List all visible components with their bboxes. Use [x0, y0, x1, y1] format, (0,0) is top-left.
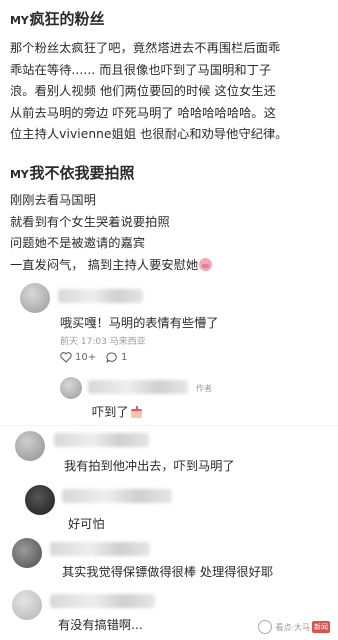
like-button[interactable]: 10+ — [60, 352, 96, 363]
post-body-1: 那个粉丝太疯狂了吧，竟然塔进去不再围栏后面乖 乖站在等待...... 而且很像也… — [10, 38, 332, 146]
reply-button[interactable]: 1 — [106, 352, 127, 363]
pig-face-emoji — [199, 257, 213, 271]
comment-text: 哦买嘎！马明的表情有些懵了 — [60, 316, 219, 330]
username-blurred — [50, 542, 150, 556]
username-blurred — [58, 289, 143, 303]
post-name: 我不依我要拍照 — [29, 164, 135, 182]
post-prefix: MY — [10, 14, 29, 27]
post-name: 疯狂的粉丝 — [29, 10, 105, 28]
comment-text-content: 吓到了 — [92, 405, 129, 419]
comment-meta: 前天 17:03 马来西亚 — [60, 337, 146, 347]
post-line: 一直发闷气， 搞到主持人要安慰她 — [10, 255, 332, 277]
post-line: 乖站在等待...... 而且很像也吓到了马国明和丁子 — [10, 62, 272, 77]
post-prefix: MY — [10, 168, 29, 181]
comment-text: 好可怕 — [68, 517, 105, 531]
avatar[interactable] — [12, 538, 42, 568]
avatar[interactable] — [15, 431, 45, 461]
divider — [0, 425, 338, 426]
post-line: 那个粉丝太疯狂了吧，竟然塔进去不再围栏后面乖 — [10, 41, 281, 55]
post-body-2: 刚刚去看马国明 就看到有个女生哭着说要拍照 问题她不是被邀请的嘉宾 一直发闷气，… — [10, 190, 332, 276]
comment-text: 有没有搞错啊... — [58, 618, 143, 632]
watermark-logo-icon — [258, 620, 273, 634]
comment-icon — [106, 352, 117, 363]
username-blurred — [50, 594, 155, 608]
post-line: 位主持人vivienne姐姐 也很耐心和劝导他守纪律。 — [10, 127, 288, 141]
cake-emoji — [130, 406, 143, 418]
avatar[interactable] — [12, 590, 42, 620]
username-blurred — [54, 433, 149, 447]
post-line: 问题她不是被邀请的嘉宾 — [10, 236, 146, 250]
comment-text: 我有拍到他冲出去，吓到马明了 — [64, 459, 235, 473]
post-line: 从前去马明的旁边 吓死马明了 哈哈哈哈哈哈。这 — [10, 105, 276, 120]
username-blurred — [88, 380, 188, 394]
heart-icon — [60, 352, 72, 363]
reply-count: 1 — [121, 352, 128, 363]
avatar[interactable] — [60, 377, 82, 399]
avatar[interactable] — [25, 485, 55, 515]
avatar[interactable] — [20, 283, 50, 313]
comment-text: 吓到了 — [92, 402, 143, 420]
post-line-text: 一直发闷气， 搞到主持人要安慰她 — [10, 257, 199, 272]
watermark-badge: 新闻 — [312, 621, 330, 633]
like-count: 10+ — [75, 352, 97, 363]
post-line: 浪。看别人视频 他们两位要回的时候 这位女生还 — [10, 84, 276, 98]
post-line: 就看到有个女生哭着说要拍照 — [10, 214, 170, 229]
author-tag: 作者 — [196, 384, 212, 393]
comment-text: 其实我觉得保镖做得很棒 处理得很好耶 — [62, 565, 274, 579]
post-title-1: MY 疯狂的粉丝 — [10, 8, 105, 29]
watermark: 看点·大马 新闻 — [254, 618, 334, 636]
post-title-2: MY 我不依我要拍照 — [10, 162, 135, 183]
post-line: 刚刚去看马国明 — [10, 193, 97, 207]
watermark-text: 看点·大马 — [275, 622, 310, 632]
username-blurred — [62, 489, 172, 503]
